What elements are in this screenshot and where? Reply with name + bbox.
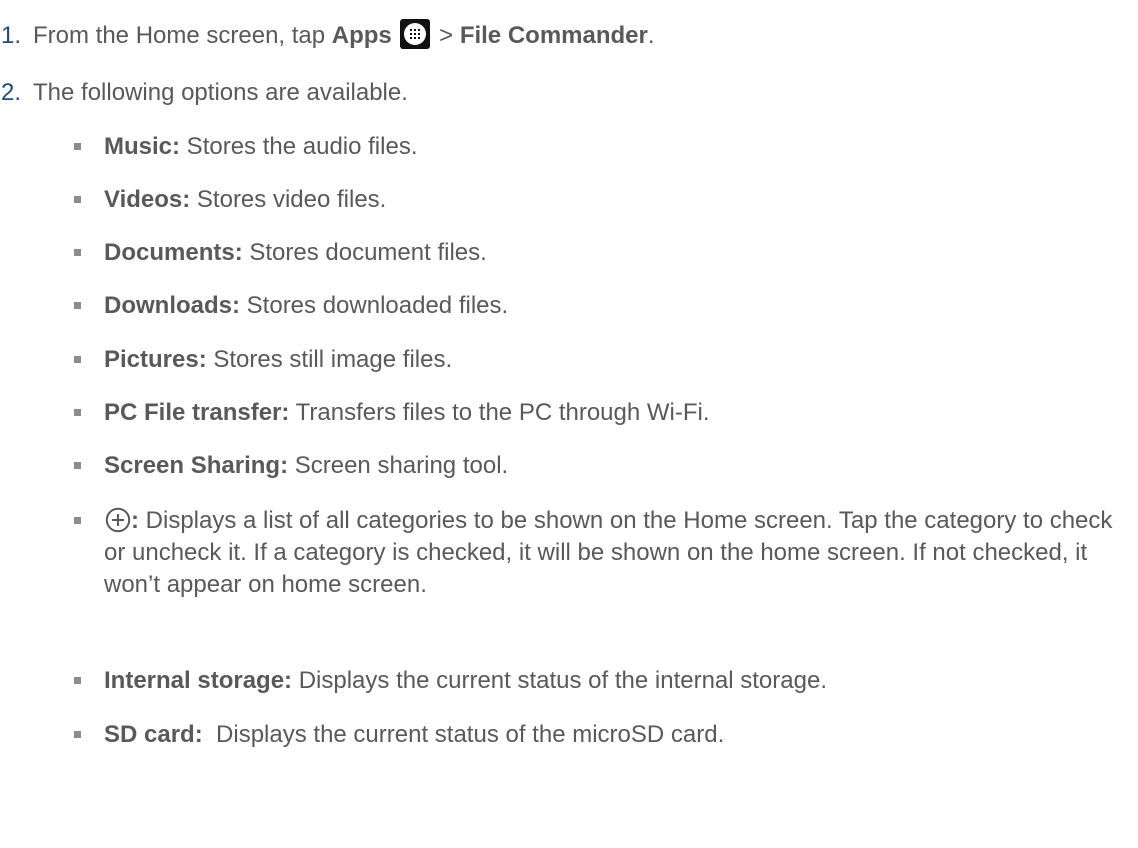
step-number: 2. <box>1 79 22 106</box>
bullet <box>74 196 81 203</box>
separator: > <box>432 22 460 49</box>
option-desc: Displays the current status of the inter… <box>292 667 827 694</box>
option-label: : <box>131 507 139 534</box>
option-label: SD card: <box>104 721 203 748</box>
option-desc: Transfers files to the PC through Wi-Fi. <box>289 399 710 426</box>
step-2: 2. The following options are available. <box>0 78 408 108</box>
bullet <box>74 731 81 738</box>
apps-label: Apps <box>331 22 392 49</box>
option-label: Downloads: <box>104 292 240 319</box>
list-item: Internal storage: Displays the current s… <box>104 666 827 696</box>
list-item: Screen Sharing: Screen sharing tool. <box>104 451 508 481</box>
bullet <box>74 409 81 416</box>
list-item: Pictures: Stores still image files. <box>104 345 452 375</box>
option-label: Screen Sharing: <box>104 452 289 479</box>
option-label: Videos: <box>104 186 191 213</box>
option-label: Internal storage: <box>104 667 293 694</box>
list-item: Music: Stores the audio files. <box>104 132 417 162</box>
bullet <box>74 356 81 363</box>
step-text: The following options are available. <box>33 79 408 106</box>
option-desc: Stores the audio files. <box>180 133 418 160</box>
option-desc: Stores document files. <box>242 239 487 266</box>
list-item: SD card: Displays the current status of … <box>104 720 724 750</box>
option-label: Documents: <box>104 239 243 266</box>
option-desc: Displays the current status of the micro… <box>202 721 725 748</box>
option-desc: Displays a list of all categories to be … <box>104 507 1113 598</box>
bullet <box>74 677 81 684</box>
option-desc: Screen sharing tool. <box>288 452 509 479</box>
option-label: Music: <box>104 133 181 160</box>
option-desc: Stores video files. <box>190 186 387 213</box>
list-item: Downloads: Stores downloaded files. <box>104 291 508 321</box>
list-item: Videos: Stores video files. <box>104 185 386 215</box>
list-item: : Displays a list of all categories to b… <box>104 505 1134 601</box>
apps-grid-icon <box>400 19 431 49</box>
bullet <box>74 143 81 150</box>
option-label: PC File transfer: <box>104 399 290 426</box>
list-item: PC File transfer: Transfers files to the… <box>104 398 710 428</box>
list-item: Documents: Stores document files. <box>104 238 487 268</box>
bullet <box>74 302 81 309</box>
option-label: Pictures: <box>104 346 207 373</box>
option-desc: Stores downloaded files. <box>240 292 509 319</box>
bullet <box>74 462 81 469</box>
target-label: File Commander <box>459 22 648 49</box>
step-number: 1. <box>1 22 22 49</box>
step-1: 1. From the Home screen, tap Apps > File … <box>0 19 655 51</box>
option-desc: Stores still image files. <box>206 346 453 373</box>
bullet <box>74 517 81 524</box>
bullet <box>74 249 81 256</box>
step-text: From the Home screen, tap <box>33 22 332 49</box>
plus-circle-icon <box>105 507 131 533</box>
